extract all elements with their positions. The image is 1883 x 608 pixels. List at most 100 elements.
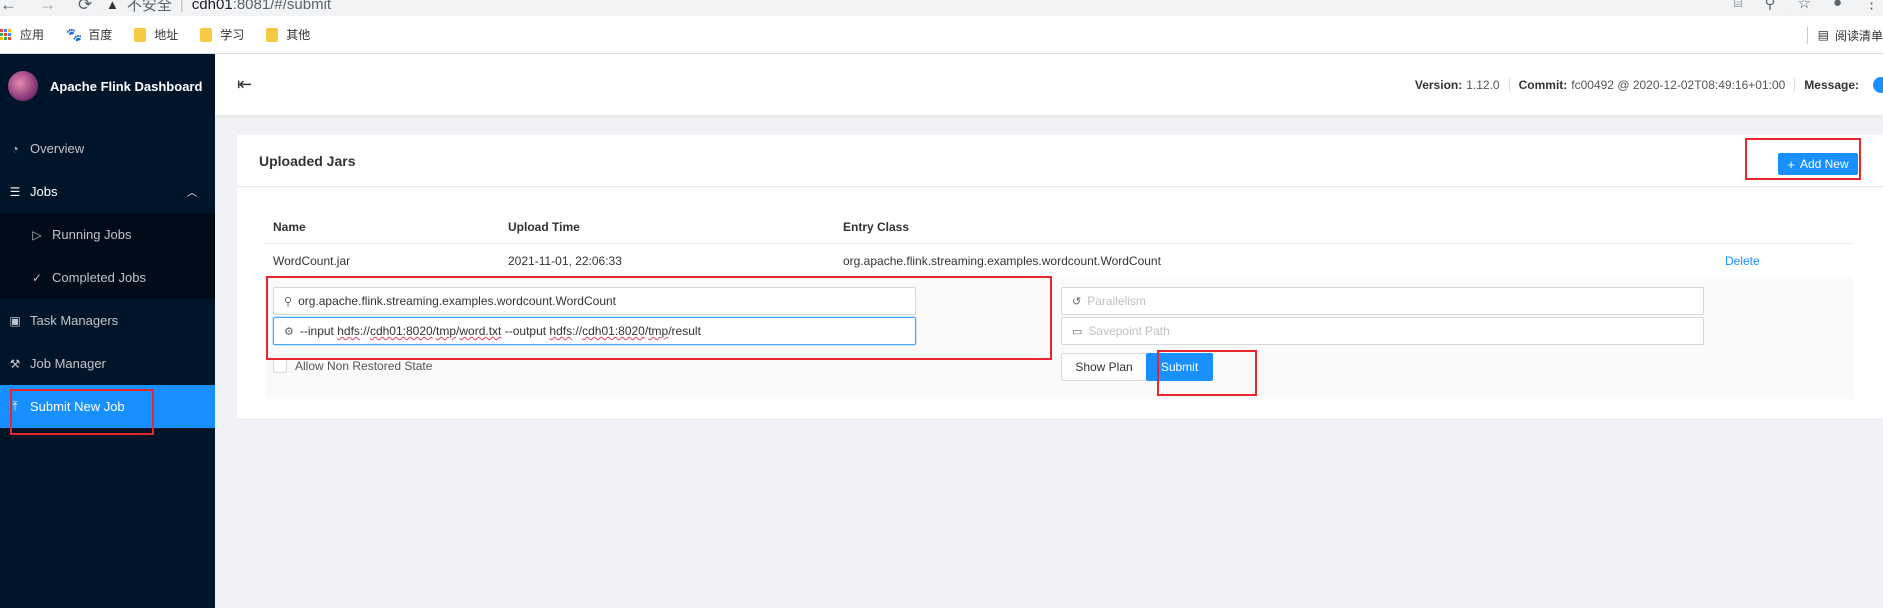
plus-icon: +: [1787, 156, 1795, 172]
header-info: Version: 1.12.0 Commit: fc00492 @ 2020-1…: [1415, 54, 1883, 115]
sidebar-item-overview[interactable]: ◔ Overview: [0, 127, 215, 170]
bookmark-label: 应用: [20, 28, 45, 42]
bookmark-folder-other[interactable]: 其他: [266, 26, 310, 43]
cluster-icon: ⚲: [284, 295, 293, 308]
sidebar-item-label: Running Jobs: [52, 227, 132, 242]
message-badge[interactable]: [1873, 76, 1883, 93]
url-path: :8081/#/submit: [232, 0, 332, 13]
security-warning: 不安全: [126, 0, 172, 14]
bookmark-star-icon[interactable]: ☆: [1797, 0, 1810, 12]
jar-entry-class: org.apache.flink.streaming.examples.word…: [843, 253, 1161, 268]
sidebar-item-running-jobs[interactable]: ▷ Running Jobs: [0, 213, 215, 256]
dashboard-icon: ◔: [11, 141, 19, 156]
browser-toolbar: ← → ⟳ ▲ 不安全 | cdh01:8081/#/submit ⌸ ⚲ ☆ …: [0, 0, 1883, 16]
sidebar-item-task-managers[interactable]: ▣ Task Managers: [0, 299, 215, 342]
table-row[interactable]: WordCount.jar 2021-11-01, 22:06:33 org.a…: [265, 244, 1853, 278]
folder-icon: [134, 27, 147, 42]
profile-icon[interactable]: ●: [1833, 0, 1842, 12]
version-label: Version:: [1414, 77, 1463, 92]
col-upload-time: Upload Time: [508, 219, 580, 234]
show-plan-button[interactable]: Show Plan: [1061, 353, 1147, 381]
reading-list-label: 阅读清单: [1834, 28, 1883, 43]
jars-table: Name Upload Time Entry Class WordCount.j…: [265, 210, 1853, 278]
jar-name: WordCount.jar: [273, 253, 351, 268]
savepoint-path-input[interactable]: ▭ Savepoint Path: [1061, 317, 1704, 345]
bookmark-folder-address[interactable]: 地址: [134, 26, 178, 43]
menu-fold-icon[interactable]: ⇤: [237, 74, 252, 95]
entry-class-input[interactable]: ⚲ org.apache.flink.streaming.examples.wo…: [273, 287, 916, 315]
sidebar-item-label: Completed Jobs: [52, 270, 146, 285]
check-circle-icon: ✓: [31, 270, 43, 285]
history-icon: ↺: [1072, 295, 1082, 308]
bookmark-apps[interactable]: 应用: [0, 26, 44, 43]
forward-icon[interactable]: →: [39, 0, 56, 15]
reading-list[interactable]: ▤ 阅读清单: [1806, 26, 1883, 44]
list-icon: ☰: [9, 184, 21, 199]
savepoint-placeholder: Savepoint Path: [1088, 324, 1170, 338]
add-new-button[interactable]: + Add New: [1778, 153, 1858, 175]
reading-list-icon: ▤: [1817, 28, 1829, 42]
build-icon: ⚒: [9, 356, 21, 371]
apps-grid-icon: [0, 29, 11, 40]
flink-squirrel-logo: [8, 71, 38, 101]
sidebar-item-label: Jobs: [30, 184, 58, 199]
entry-class-value: org.apache.flink.streaming.examples.word…: [298, 294, 617, 308]
browser-nav: ← → ⟳: [0, 0, 92, 15]
submit-button[interactable]: Submit: [1146, 353, 1213, 381]
parallelism-input[interactable]: ↺ Parallelism: [1061, 287, 1704, 315]
zoom-icon[interactable]: ⚲: [1764, 0, 1775, 12]
back-icon[interactable]: ←: [0, 0, 17, 15]
chevron-up-icon: ︿: [187, 188, 197, 199]
parallelism-placeholder: Parallelism: [1087, 294, 1146, 308]
sidebar-item-label: Task Managers: [30, 313, 119, 328]
folder-outline-icon: ▭: [1072, 325, 1083, 338]
bookmark-label: 百度: [88, 28, 113, 42]
bookmark-label: 地址: [154, 28, 179, 42]
commit-label: Commit:: [1518, 77, 1568, 92]
setting-icon: ⚙: [284, 325, 294, 338]
sidebar-item-label: Submit New Job: [30, 399, 125, 414]
warning-icon: ▲: [106, 0, 119, 12]
add-new-label: Add New: [1799, 157, 1849, 171]
url-host: cdh01: [191, 0, 233, 13]
uploaded-jars-card: Uploaded Jars + Add New Name Upload Time…: [237, 135, 1883, 418]
bookmark-label: 其他: [286, 28, 311, 42]
address-bar[interactable]: ▲ 不安全 | cdh01:8081/#/submit: [92, 0, 1792, 16]
translate-icon[interactable]: ⌸: [1733, 0, 1742, 12]
sidebar-item-label: Job Manager: [30, 356, 106, 371]
bookmark-folder-study[interactable]: 学习: [200, 26, 244, 43]
table-header: Name Upload Time Entry Class: [265, 210, 1853, 244]
col-entry-class: Entry Class: [843, 219, 910, 234]
sidebar-logo[interactable]: Apache Flink Dashboard: [0, 54, 215, 118]
version-value: 1.12.0: [1466, 77, 1500, 92]
bookmark-label: 学习: [220, 28, 245, 42]
sidebar-item-job-manager[interactable]: ⚒ Job Manager: [0, 342, 215, 385]
sidebar-item-jobs[interactable]: ☰ Jobs ︿: [0, 170, 215, 213]
card-title: Uploaded Jars: [237, 135, 1883, 187]
schedule-icon: ▣: [9, 313, 21, 328]
browser-actions: ⌸ ⚲ ☆ ● ⋮: [1733, 0, 1879, 12]
folder-icon: [266, 27, 279, 42]
checkbox-box[interactable]: [273, 359, 287, 373]
bookmarks-bar: 应用 🐾 百度 地址 学习 其他 ▤ 阅读清单: [0, 16, 1883, 54]
menu-icon[interactable]: ⋮: [1864, 0, 1879, 12]
bookmark-baidu[interactable]: 🐾 百度: [66, 26, 112, 43]
sidebar-item-label: Overview: [30, 141, 85, 156]
upload-icon: ⤒: [12, 399, 18, 413]
sidebar: Apache Flink Dashboard ◔ Overview ☰ Jobs…: [0, 54, 215, 608]
top-header: ⇤ Version: 1.12.0 Commit: fc00492 @ 2020…: [215, 54, 1883, 115]
submit-form: ⚲ org.apache.flink.streaming.examples.wo…: [265, 277, 1853, 399]
baidu-paw-icon: 🐾: [66, 26, 83, 42]
reload-icon[interactable]: ⟳: [78, 0, 92, 15]
col-name: Name: [273, 219, 306, 234]
program-args-input[interactable]: ⚙ --input hdfs://cdh01:8020/tmp/word.txt…: [273, 317, 916, 345]
sidebar-item-completed-jobs[interactable]: ✓ Completed Jobs: [0, 256, 215, 299]
sidebar-item-submit-new-job[interactable]: ⤒ Submit New Job: [0, 385, 215, 428]
commit-value: fc00492 @ 2020-12-02T08:49:16+01:00: [1571, 77, 1786, 92]
url-separator: |: [179, 0, 184, 13]
jar-upload-time: 2021-11-01, 22:06:33: [508, 253, 622, 268]
program-args-value: --input hdfs://cdh01:8020/tmp/word.txt -…: [299, 324, 701, 338]
allow-non-restored-checkbox[interactable]: Allow Non Restored State: [273, 359, 432, 373]
folder-icon: [200, 27, 213, 42]
delete-link[interactable]: Delete: [1725, 254, 1853, 268]
